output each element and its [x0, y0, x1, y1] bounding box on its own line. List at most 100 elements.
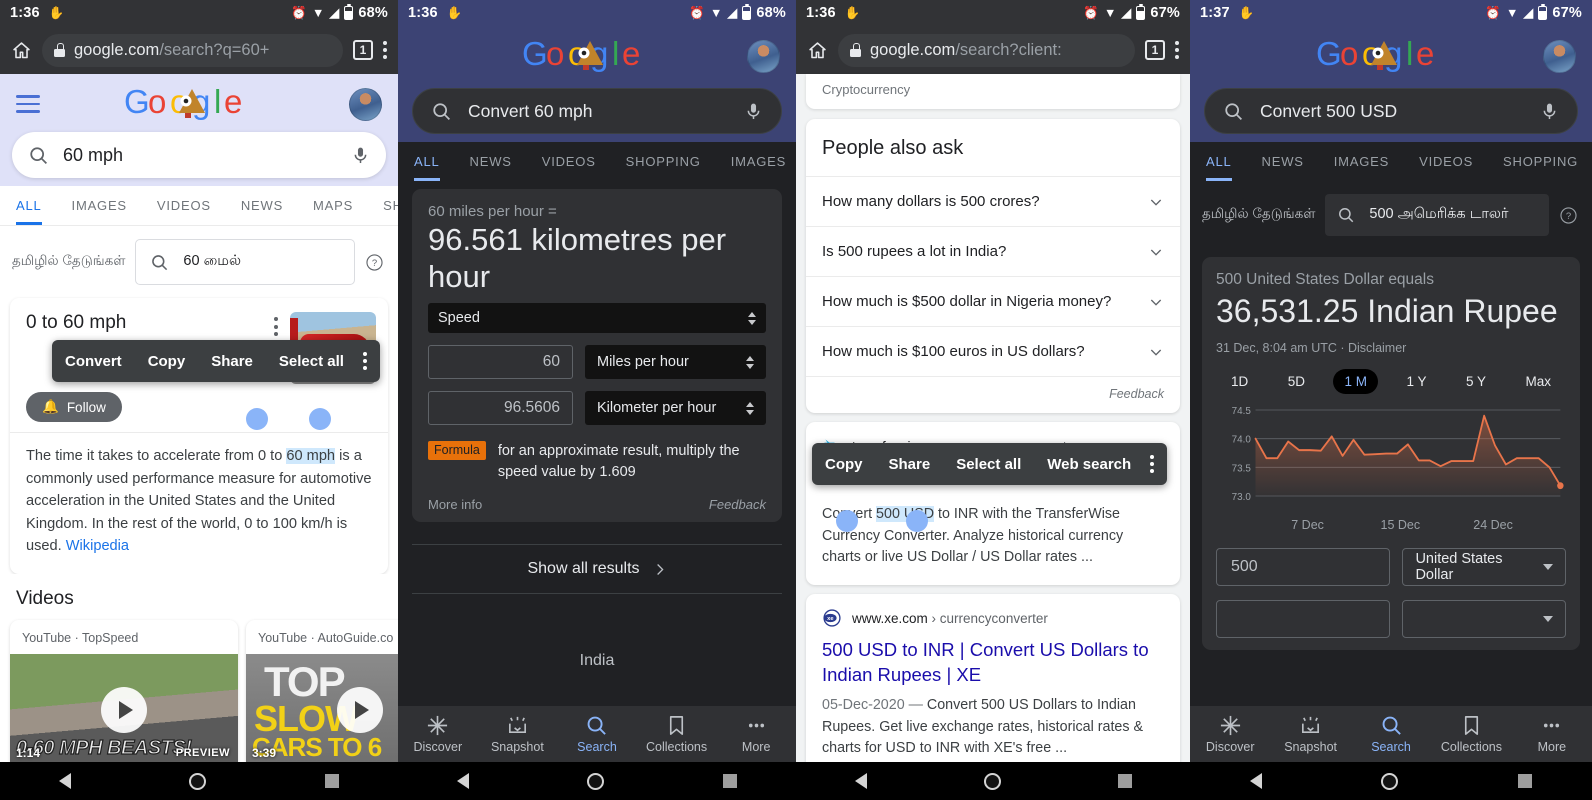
- tab-shopping[interactable]: SHOPPING: [626, 154, 701, 181]
- copy-button[interactable]: Copy: [812, 456, 876, 473]
- copy-button[interactable]: Copy: [135, 353, 199, 370]
- currency-from-select[interactable]: United States Dollar: [1402, 548, 1566, 587]
- recents-icon[interactable]: [1518, 774, 1533, 788]
- tab-shopping[interactable]: SHOPPIN: [383, 198, 398, 225]
- tamil-search-chip[interactable]: 60 மைல்: [135, 239, 355, 285]
- more-options-icon[interactable]: [362, 351, 367, 371]
- back-icon[interactable]: [59, 773, 72, 789]
- tab-news[interactable]: NEWS: [1262, 154, 1304, 181]
- converter-unit-from[interactable]: Miles per hour: [585, 345, 766, 380]
- currency-result-input[interactable]: [1216, 600, 1391, 639]
- paa-question[interactable]: How much is $100 euros in US dollars?: [806, 326, 1180, 376]
- browser-menu-icon[interactable]: [1175, 41, 1179, 59]
- avatar[interactable]: [747, 39, 780, 73]
- tab-all[interactable]: ALL: [16, 198, 42, 225]
- nav-search[interactable]: Search: [1351, 714, 1431, 754]
- menu-icon[interactable]: [16, 95, 40, 113]
- back-icon[interactable]: [457, 773, 470, 789]
- recents-icon[interactable]: [324, 774, 339, 788]
- selection-handle-end[interactable]: [906, 510, 928, 532]
- tab-all[interactable]: ALL: [1206, 154, 1232, 181]
- address-bar[interactable]: google.com/search?q=60+: [42, 33, 343, 67]
- mic-icon[interactable]: [351, 146, 370, 165]
- share-button[interactable]: Share: [198, 353, 266, 370]
- converter-value-to[interactable]: 96.5606: [428, 391, 573, 426]
- paa-question[interactable]: Is 500 rupees a lot in India?: [806, 226, 1180, 276]
- nav-more[interactable]: More: [1512, 714, 1592, 754]
- tab-counter[interactable]: 1: [353, 40, 373, 60]
- google-doodle-logo[interactable]: G o o g l e: [1190, 33, 1592, 80]
- wikipedia-link[interactable]: Wikipedia: [66, 538, 129, 554]
- search-bar[interactable]: 60 mph: [12, 132, 386, 178]
- home-circle-icon[interactable]: [1381, 772, 1399, 790]
- back-icon[interactable]: [854, 773, 867, 789]
- range-5y[interactable]: 5 Y: [1455, 369, 1497, 394]
- tab-videos[interactable]: VIDEOS: [1419, 154, 1473, 181]
- nav-discover[interactable]: Discover: [1190, 714, 1270, 754]
- selection-handle-start[interactable]: [246, 408, 268, 430]
- nav-search[interactable]: Search: [557, 714, 637, 754]
- home-circle-icon[interactable]: [587, 772, 605, 790]
- help-icon[interactable]: ?: [1559, 206, 1578, 225]
- paa-question[interactable]: How many dollars is 500 crores?: [806, 176, 1180, 226]
- home-circle-icon[interactable]: [189, 772, 207, 790]
- range-1y[interactable]: 1 Y: [1395, 369, 1437, 394]
- play-icon[interactable]: [337, 687, 383, 734]
- tab-images[interactable]: IMAGES: [72, 198, 127, 225]
- tamil-search-chip[interactable]: 500 அமெரிக்க டாலர்: [1325, 194, 1549, 236]
- home-circle-icon[interactable]: [983, 772, 1001, 790]
- convert-button[interactable]: Convert: [52, 353, 135, 370]
- range-5d[interactable]: 5D: [1277, 369, 1316, 394]
- feedback-link[interactable]: Feedback: [709, 497, 766, 512]
- nav-snapshot[interactable]: Snapshot: [478, 714, 558, 754]
- tab-counter[interactable]: 1: [1145, 40, 1165, 60]
- paa-feedback-link[interactable]: Feedback: [806, 376, 1180, 413]
- avatar[interactable]: [349, 87, 382, 121]
- converter-unit-to[interactable]: Kilometer per hour: [585, 391, 766, 426]
- google-doodle-logo[interactable]: G o o g l e: [0, 81, 398, 128]
- video-thumbnail[interactable]: 0-60 MPH BEASTS! 1:14 PREVIEW: [10, 654, 238, 767]
- show-all-results-button[interactable]: Show all results: [412, 544, 782, 595]
- nav-snapshot[interactable]: Snapshot: [1270, 714, 1350, 754]
- tab-maps[interactable]: MAPS: [313, 198, 353, 225]
- nav-more[interactable]: More: [716, 714, 796, 754]
- tab-videos[interactable]: VIDEOS: [542, 154, 596, 181]
- knowledge-panel-menu-icon[interactable]: [274, 317, 278, 337]
- selection-handle-end[interactable]: [309, 408, 331, 430]
- converter-value-from[interactable]: 60: [428, 345, 573, 380]
- home-icon[interactable]: [807, 40, 828, 61]
- tab-all[interactable]: ALL: [414, 154, 440, 181]
- currency-to-select[interactable]: [1402, 600, 1566, 639]
- search-bar[interactable]: Convert 60 mph: [412, 88, 782, 134]
- share-button[interactable]: Share: [876, 456, 944, 473]
- nav-collections[interactable]: Collections: [1431, 714, 1511, 754]
- range-1d[interactable]: 1D: [1220, 369, 1259, 394]
- follow-button[interactable]: 🔔 Follow: [26, 392, 122, 422]
- result-title[interactable]: 500 USD to INR | Convert US Dollars to I…: [806, 630, 1180, 687]
- select-all-button[interactable]: Select all: [266, 353, 357, 370]
- web-search-button[interactable]: Web search: [1034, 456, 1144, 473]
- play-icon[interactable]: [101, 687, 147, 734]
- avatar[interactable]: [1543, 39, 1576, 73]
- help-icon[interactable]: ?: [365, 253, 384, 272]
- select-all-button[interactable]: Select all: [943, 456, 1034, 473]
- paa-question[interactable]: How much is $500 dollar in Nigeria money…: [806, 276, 1180, 326]
- video-thumbnail[interactable]: TOP SLOW CARS TO 6 3:39: [246, 654, 398, 767]
- result-source[interactable]: xe www.xe.com › currencyconverter: [806, 594, 1180, 630]
- mic-icon[interactable]: [1540, 102, 1559, 121]
- recents-icon[interactable]: [722, 774, 737, 788]
- recents-icon[interactable]: [1117, 774, 1132, 788]
- tab-images[interactable]: IMAGES: [1334, 154, 1389, 181]
- google-doodle-logo[interactable]: G o o g l e: [398, 33, 796, 80]
- tab-images[interactable]: IMAGES: [731, 154, 786, 181]
- nav-discover[interactable]: Discover: [398, 714, 478, 754]
- currency-amount-input[interactable]: 500: [1216, 548, 1391, 587]
- home-icon[interactable]: [11, 40, 32, 61]
- address-bar[interactable]: google.com/search?client:: [838, 33, 1135, 67]
- browser-menu-icon[interactable]: [383, 41, 387, 59]
- exchange-rate-chart[interactable]: 73.0 73.5 74.0 74.5: [1216, 404, 1566, 516]
- tab-news[interactable]: NEWS: [470, 154, 512, 181]
- more-options-icon[interactable]: [1150, 454, 1155, 474]
- converter-category-select[interactable]: Speed: [428, 303, 766, 334]
- tab-shopping[interactable]: SHOPPING: [1503, 154, 1578, 181]
